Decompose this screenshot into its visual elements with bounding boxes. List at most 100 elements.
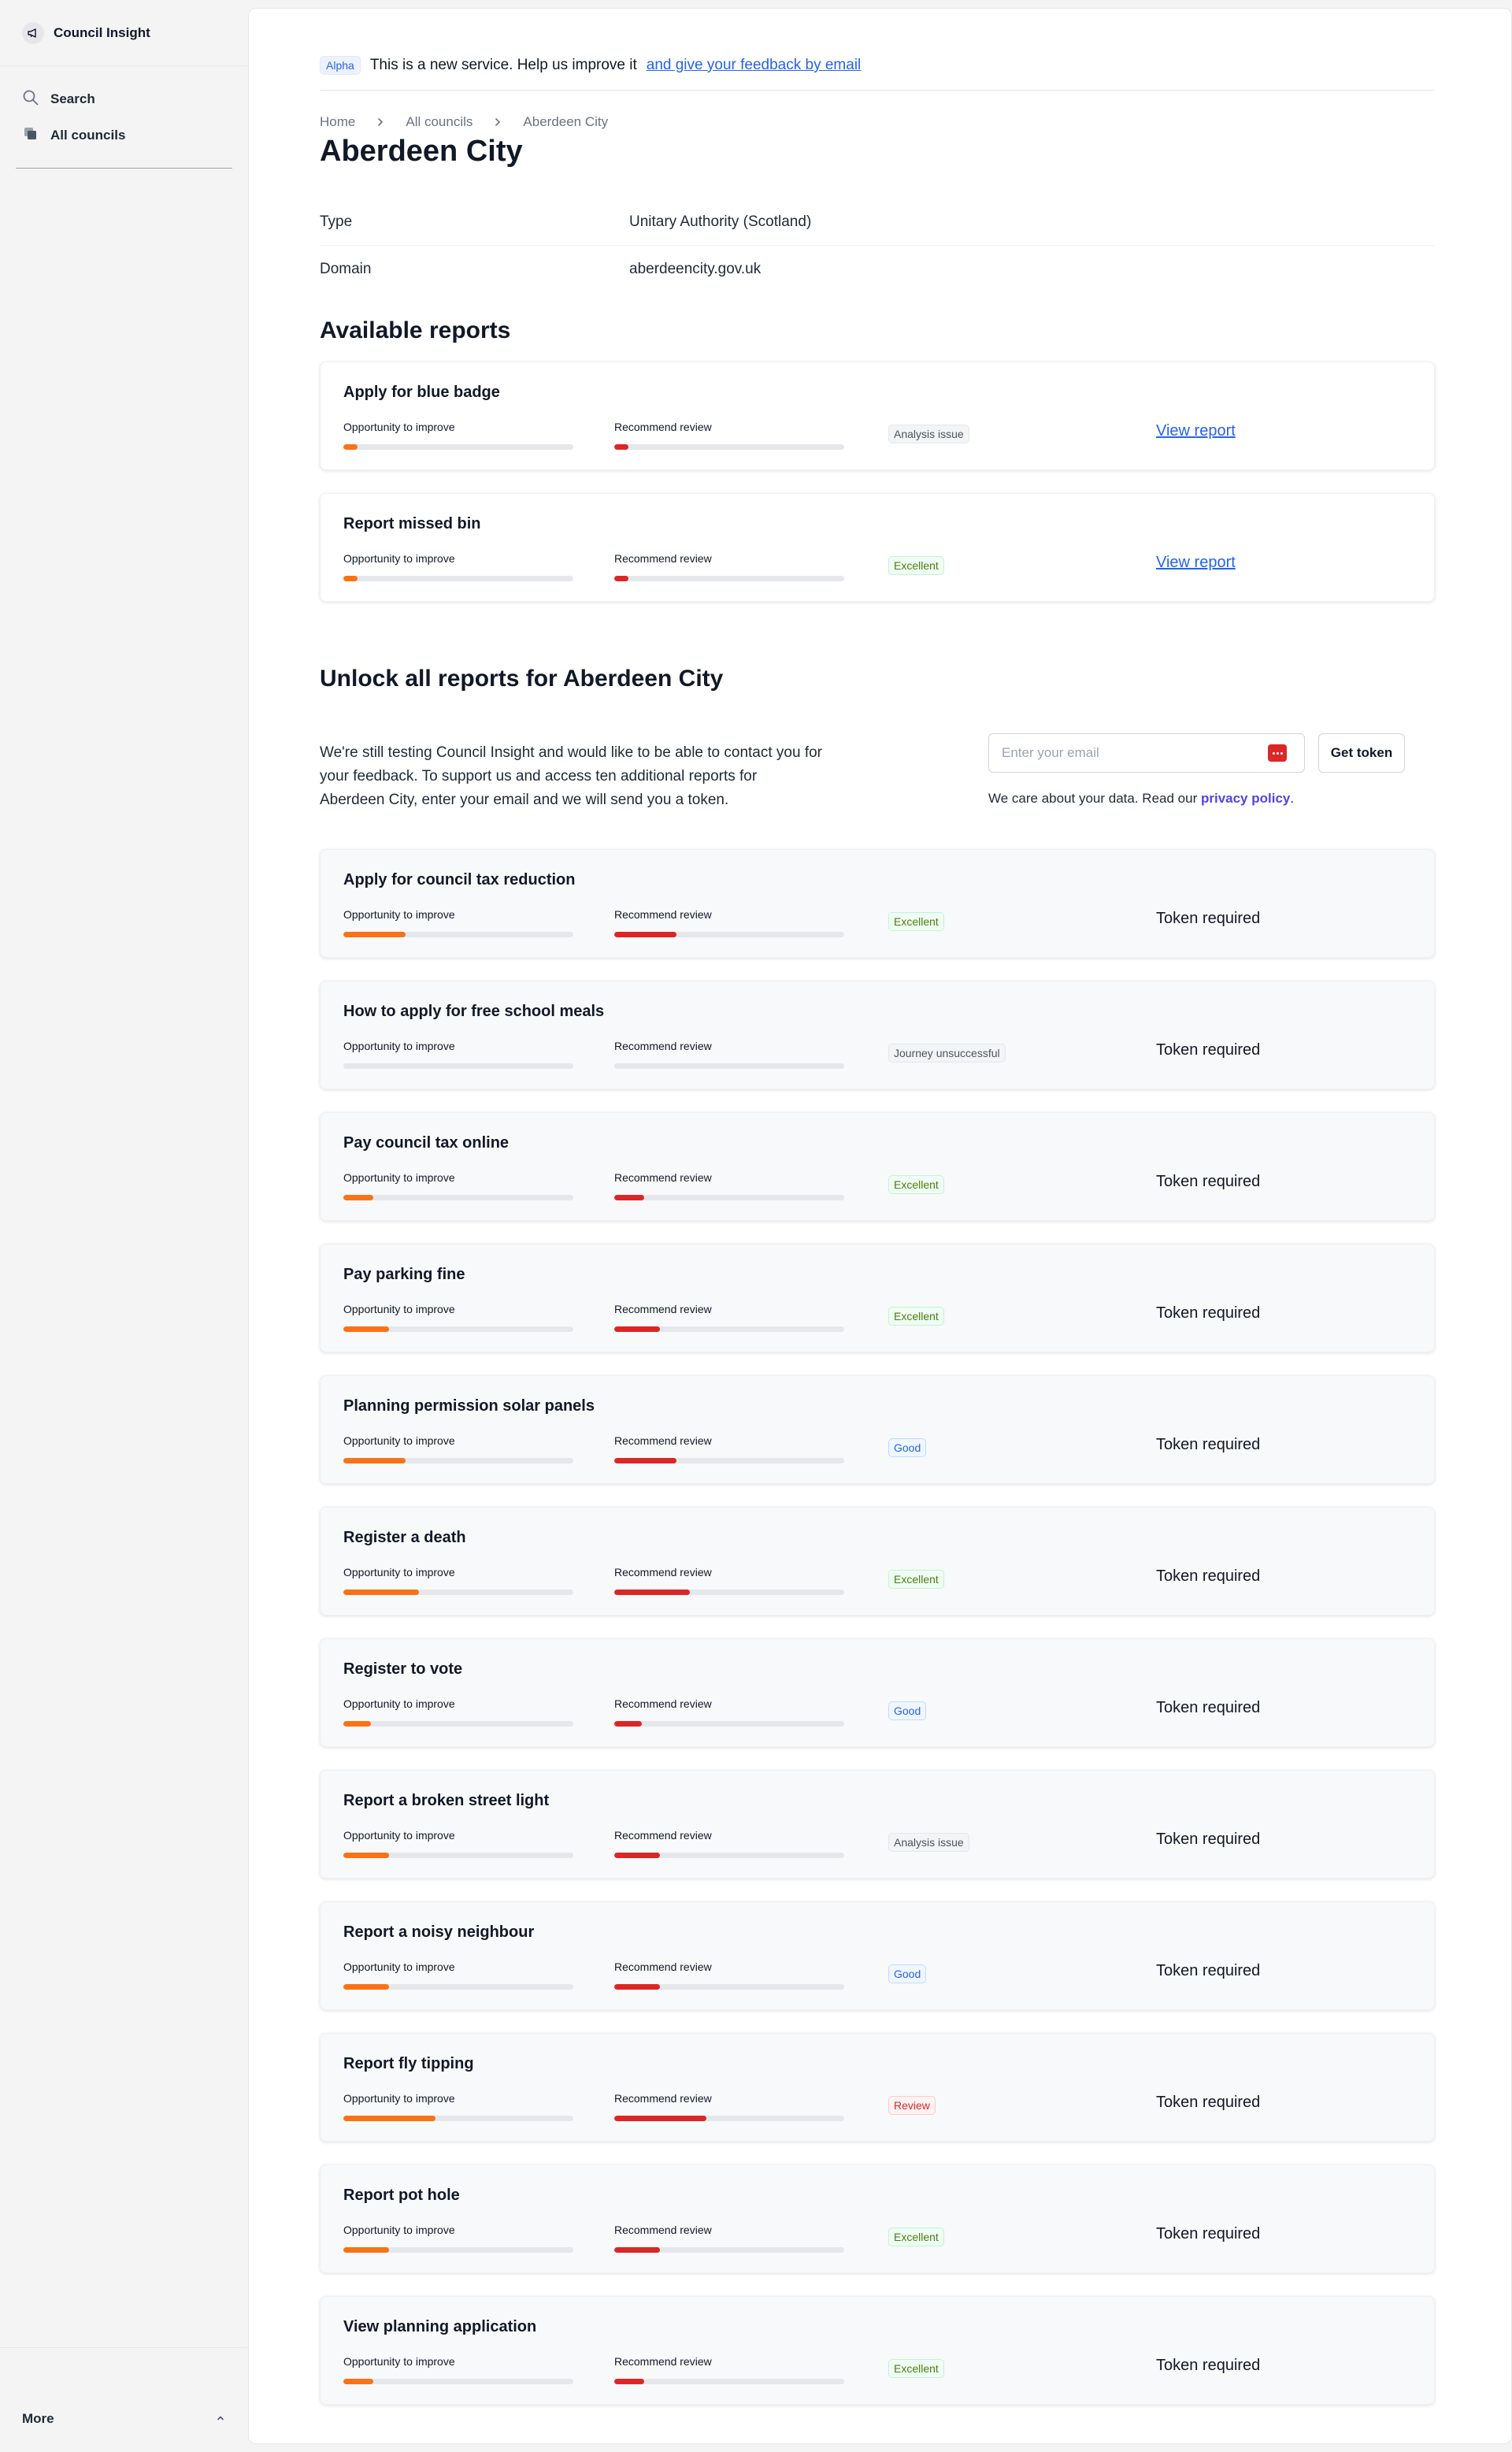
metric-label: Opportunity to improve [343, 1960, 455, 1973]
email-field[interactable] [988, 733, 1305, 773]
report-title: Report a noisy neighbour [343, 1923, 535, 1941]
metric-label: Opportunity to improve [343, 2092, 455, 2105]
recommend-metric: Recommend review [614, 2092, 844, 2121]
opportunity-metric: Opportunity to improve [343, 1697, 573, 1727]
opportunity-metric: Opportunity to improve [343, 1566, 573, 1595]
sidebar-divider [0, 65, 247, 66]
opportunity-metric: Opportunity to improve [343, 1960, 573, 1990]
report-title: Pay council tax online [343, 1134, 510, 1152]
token-required-label: Token required [1156, 1567, 1261, 1585]
metric-label: Recommend review [614, 1434, 712, 1447]
status-badge: Excellent [888, 1175, 944, 1194]
token-required-label: Token required [1156, 2357, 1261, 2374]
opportunity-metric: Opportunity to improve [343, 421, 573, 450]
report-title: Pay parking fine [343, 1266, 465, 1283]
password-manager-icon[interactable] [1268, 744, 1287, 762]
feedback-link[interactable]: and give your feedback by email [647, 57, 862, 74]
recommend-metric: Recommend review [614, 2355, 844, 2384]
page-title: Aberdeen City [320, 135, 523, 168]
breadcrumb-home[interactable]: Home [320, 114, 355, 130]
recommend-bar [614, 2379, 844, 2384]
status-badge: Excellent [888, 1307, 944, 1326]
recommend-bar [614, 1984, 844, 1990]
recommend-bar [614, 1853, 844, 1858]
meta-key: Type [320, 213, 353, 230]
banner-divider [320, 90, 1435, 91]
recommend-bar-fill [614, 1326, 661, 1332]
opportunity-bar [343, 444, 573, 450]
status-badge: Analysis issue [888, 1833, 969, 1852]
copy-icon [22, 125, 39, 147]
opportunity-bar-fill [343, 1326, 390, 1332]
more-label: More [22, 2411, 54, 2426]
opportunity-bar [343, 2379, 573, 2384]
token-required-label: Token required [1156, 1173, 1261, 1190]
metric-label: Recommend review [614, 1960, 712, 1973]
metric-label: Recommend review [614, 1040, 712, 1052]
opportunity-metric: Opportunity to improve [343, 2092, 573, 2121]
recommend-metric: Recommend review [614, 1040, 844, 1069]
recommend-bar [614, 2247, 844, 2253]
opportunity-bar-fill [343, 444, 358, 450]
opportunity-bar [343, 1326, 573, 1332]
sidebar-item-all-councils[interactable]: All councils [22, 123, 233, 148]
opportunity-metric: Opportunity to improve [343, 908, 573, 937]
privacy-policy-link[interactable]: privacy policy [1201, 791, 1290, 806]
token-required-label: Token required [1156, 1699, 1261, 1716]
recommend-metric: Recommend review [614, 1434, 844, 1463]
chevron-up-icon [216, 2411, 225, 2427]
opportunity-metric: Opportunity to improve [343, 1303, 573, 1332]
breadcrumb-all-councils[interactable]: All councils [406, 114, 472, 130]
more-menu-button[interactable]: More [22, 2405, 225, 2433]
opportunity-bar-fill [343, 1721, 372, 1727]
status-badge: Journey unsuccessful [888, 1044, 1006, 1063]
opportunity-bar [343, 2116, 573, 2121]
recommend-bar-fill [614, 2379, 644, 2384]
meta-key: Domain [320, 261, 372, 277]
opportunity-metric: Opportunity to improve [343, 1434, 573, 1463]
status-badge: Excellent [888, 2228, 944, 2246]
view-report-link[interactable]: View report [1156, 422, 1236, 440]
sidebar-item-label: Search [50, 91, 95, 106]
metric-label: Opportunity to improve [343, 1434, 455, 1447]
email-input[interactable] [989, 734, 1257, 772]
report-card: Report a noisy neighbour Opportunity to i… [320, 1901, 1435, 2010]
meta-value: aberdeencity.gov.uk [629, 261, 762, 277]
brand-name: Council Insight [54, 25, 150, 40]
report-title: Report a broken street light [343, 1792, 550, 1809]
opportunity-metric: Opportunity to improve [343, 1040, 573, 1069]
sidebar-nav: Search All councils [22, 87, 233, 159]
view-report-link[interactable]: View report [1156, 554, 1236, 572]
opportunity-bar-fill [343, 1195, 373, 1200]
opportunity-metric: Opportunity to improve [343, 1829, 573, 1858]
recommend-metric: Recommend review [614, 1171, 844, 1200]
banner-text: This is a new service. Help us improve i… [369, 57, 637, 73]
sidebar-item-search[interactable]: Search [22, 87, 233, 112]
recommend-bar-fill [614, 1458, 676, 1463]
report-title: Report pot hole [343, 2187, 460, 2204]
meta-divider [320, 245, 1435, 246]
metric-label: Opportunity to improve [343, 2224, 455, 2236]
recommend-bar [614, 2116, 844, 2121]
opportunity-bar [343, 1458, 573, 1463]
recommend-metric: Recommend review [614, 908, 844, 937]
recommend-bar [614, 1590, 844, 1595]
report-title: Register to vote [343, 1660, 463, 1678]
get-token-button[interactable]: Get token [1318, 733, 1405, 773]
metric-label: Recommend review [614, 2092, 712, 2105]
token-required-label: Token required [1156, 1041, 1261, 1059]
opportunity-metric: Opportunity to improve [343, 1171, 573, 1200]
recommend-metric: Recommend review [614, 421, 844, 450]
report-title: Apply for council tax reduction [343, 871, 576, 888]
unlock-description: We're still testing Council Insight and … [320, 744, 823, 808]
recommend-metric: Recommend review [614, 1303, 844, 1332]
report-card: How to apply for free school meals Opport… [320, 981, 1435, 1089]
opportunity-bar-fill [343, 1590, 420, 1595]
report-card: Report a broken street light Opportunity … [320, 1770, 1435, 1879]
recommend-metric: Recommend review [614, 1566, 844, 1595]
opportunity-bar [343, 2247, 573, 2253]
brand[interactable]: Council Insight [22, 20, 150, 46]
main-panel: Alpha This is a new service. Help us imp… [248, 8, 1512, 2444]
report-card: Report fly tipping Opportunity to improve… [320, 2033, 1435, 2142]
opportunity-bar [343, 576, 573, 581]
